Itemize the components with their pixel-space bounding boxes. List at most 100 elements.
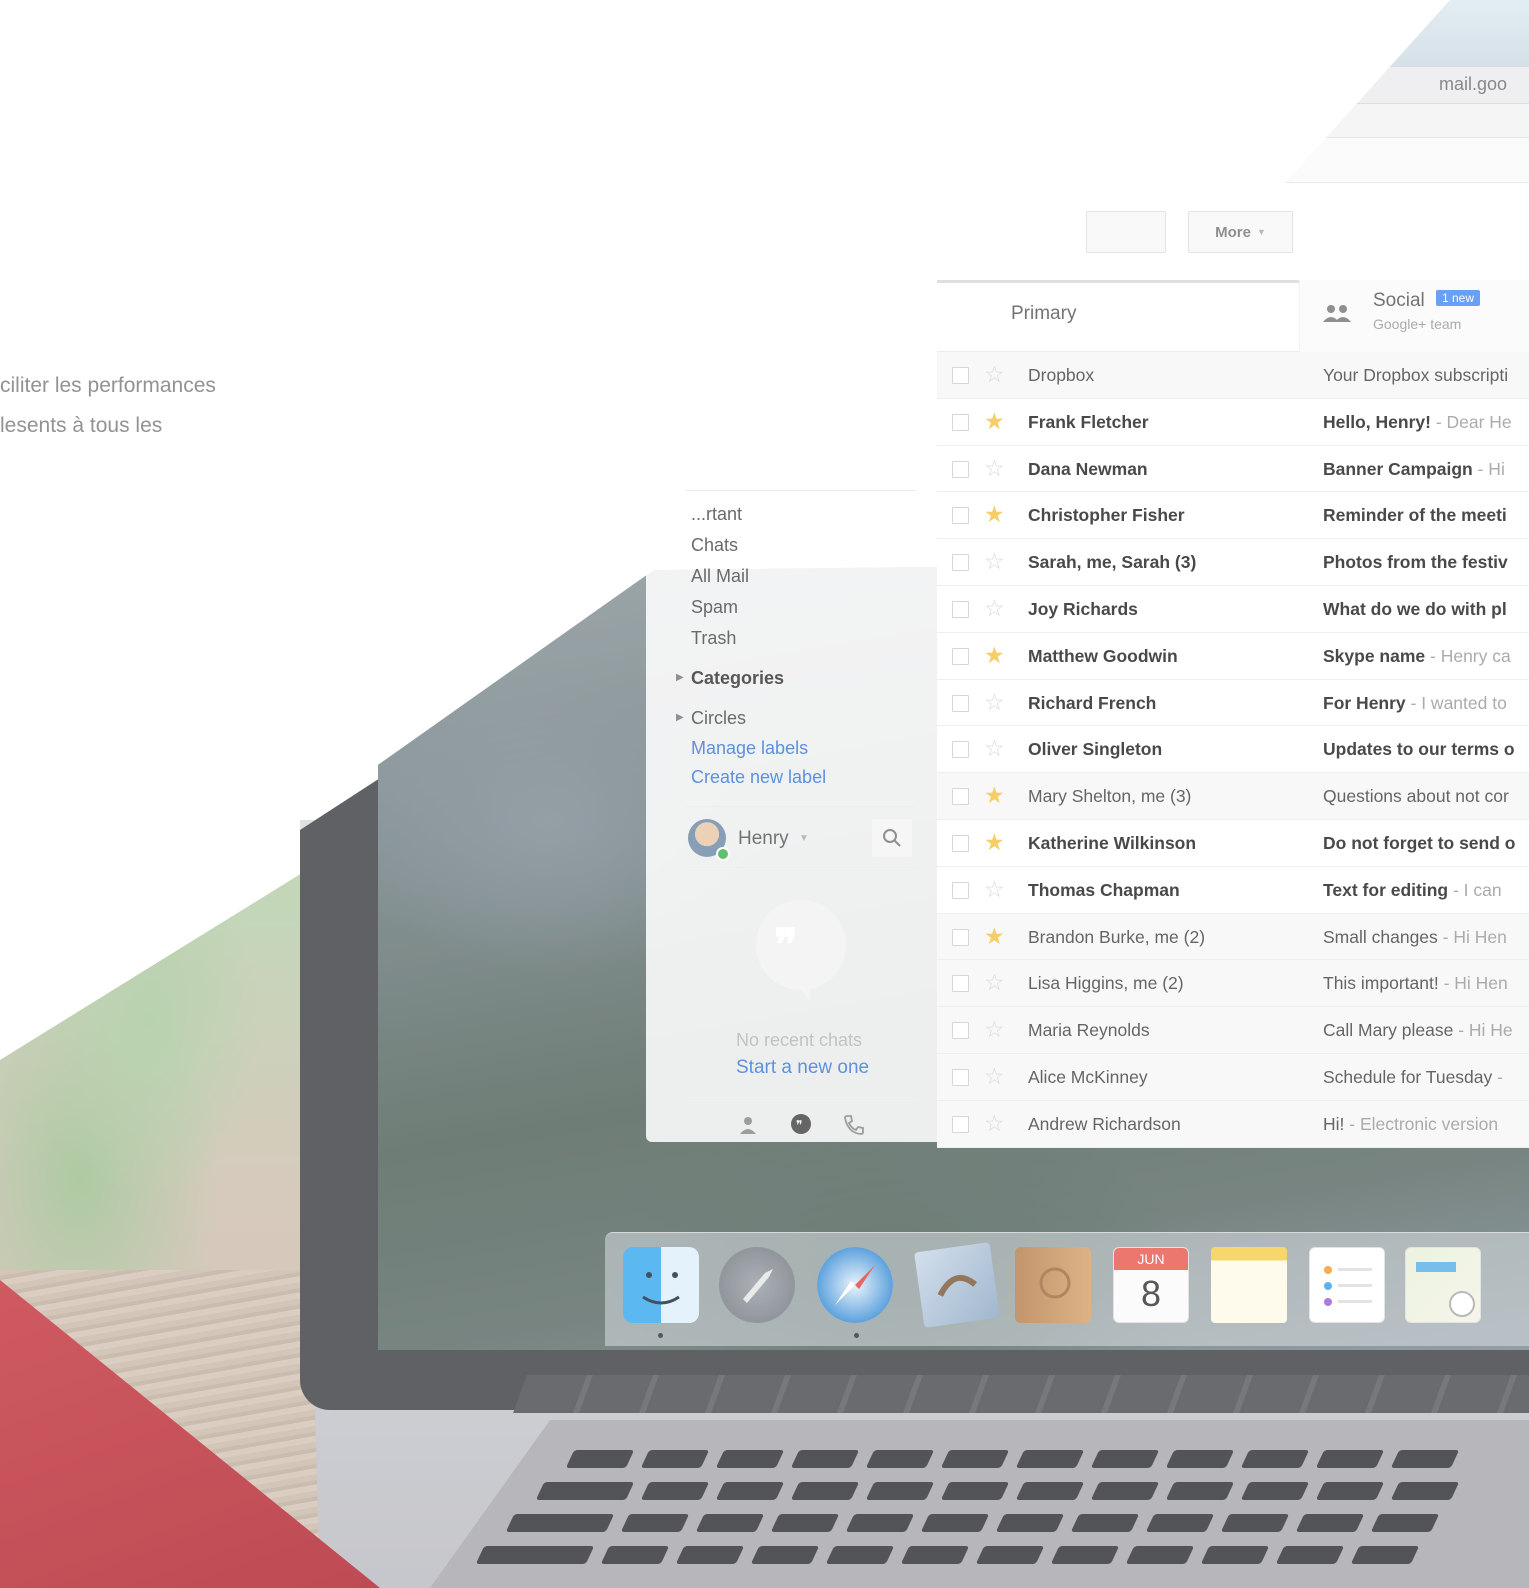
svg-text:❞: ❞ <box>796 1118 802 1132</box>
email-row[interactable]: ★ Matthew Goodwin Skype name - Henry ca <box>937 632 1529 680</box>
mail-app-icon[interactable] <box>914 1242 1000 1328</box>
email-list: ☆ Dropbox Your Dropbox subscripti ★ Frank Fl… <box>937 352 1529 1148</box>
maps-icon[interactable] <box>1405 1247 1481 1323</box>
contacts-icon[interactable] <box>1015 1247 1091 1323</box>
star-icon[interactable]: ☆ <box>984 736 1005 760</box>
email-sender: Lisa Higgins, me (2) <box>1028 973 1184 994</box>
email-subject: For Henry - I wanted to <box>1323 692 1507 713</box>
person-icon[interactable] <box>736 1113 760 1137</box>
notes-icon[interactable] <box>1211 1247 1287 1323</box>
star-icon[interactable]: ☆ <box>984 456 1005 480</box>
star-icon[interactable]: ☆ <box>984 1064 1005 1088</box>
star-icon[interactable]: ☆ <box>984 549 1005 573</box>
finder-running-dot <box>658 1333 663 1338</box>
select-checkbox[interactable] <box>952 1022 969 1040</box>
nav-item-important[interactable]: ...rtant <box>691 504 742 525</box>
email-row[interactable]: ☆ Alice McKinney Schedule for Tuesday - <box>937 1053 1529 1101</box>
select-checkbox[interactable] <box>952 1068 969 1086</box>
select-checkbox[interactable] <box>952 647 969 665</box>
star-icon[interactable]: ☆ <box>984 362 1005 386</box>
reminders-icon[interactable] <box>1309 1247 1385 1323</box>
search-icon <box>883 829 901 847</box>
email-row[interactable]: ★ Katherine Wilkinson Do not forget to sen… <box>937 819 1529 867</box>
star-icon[interactable]: ★ <box>984 924 1005 948</box>
email-row[interactable]: ★ Mary Shelton, me (3) Questions about not… <box>937 773 1529 820</box>
expand-triangle-icon[interactable]: ▶ <box>676 712 684 723</box>
calendar-icon[interactable]: JUN 8 <box>1113 1247 1189 1323</box>
email-row[interactable]: ☆ Dana Newman Banner Campaign - Hi <box>937 445 1529 493</box>
chevron-down-icon[interactable]: ▼ <box>799 833 809 844</box>
email-snippet: - Hi Hen <box>1438 973 1508 994</box>
email-row[interactable]: ☆ Dropbox Your Dropbox subscripti <box>937 352 1529 399</box>
email-row[interactable]: ☆ Lisa Higgins, me (2) This important! - H… <box>937 960 1529 1008</box>
select-checkbox[interactable] <box>952 694 969 712</box>
safari-icon[interactable] <box>817 1247 893 1323</box>
email-subject: Photos from the festiv <box>1323 552 1508 573</box>
select-checkbox[interactable] <box>952 554 969 572</box>
nav-item-categories[interactable]: Categories <box>691 668 784 689</box>
manage-labels-link[interactable]: Manage labels <box>691 738 808 759</box>
star-icon[interactable]: ☆ <box>984 596 1005 620</box>
select-checkbox[interactable] <box>952 834 969 852</box>
select-checkbox[interactable] <box>952 413 969 431</box>
star-icon[interactable]: ★ <box>984 643 1005 667</box>
star-icon[interactable]: ☆ <box>984 690 1005 714</box>
tab-primary[interactable]: Primary <box>937 280 1299 352</box>
hangouts-icon <box>756 900 846 1002</box>
laptop-hinge <box>513 1375 1529 1413</box>
nav-item-spam[interactable]: Spam <box>691 597 738 618</box>
start-new-chat-link[interactable]: Start a new one <box>736 1057 869 1079</box>
email-row[interactable]: ☆ Oliver Singleton Updates to our terms o <box>937 726 1529 774</box>
select-checkbox[interactable] <box>952 741 969 759</box>
star-icon[interactable]: ★ <box>984 409 1005 433</box>
email-row[interactable]: ☆ Richard French For Henry - I wanted to <box>937 679 1529 727</box>
nav-item-trash[interactable]: Trash <box>691 628 736 649</box>
email-row[interactable]: ★ Frank Fletcher Hello, Henry! - Dear He <box>937 398 1529 446</box>
select-checkbox[interactable] <box>952 507 969 525</box>
email-subject: Reminder of the meeti <box>1323 505 1507 526</box>
select-checkbox[interactable] <box>952 928 969 946</box>
more-button[interactable]: More ▼ <box>1188 211 1293 253</box>
nav-item-all-mail[interactable]: All Mail <box>691 566 749 587</box>
phone-icon[interactable] <box>842 1113 866 1137</box>
create-label-link[interactable]: Create new label <box>691 767 826 788</box>
select-checkbox[interactable] <box>952 460 969 478</box>
finder-icon[interactable] <box>623 1247 699 1323</box>
star-icon[interactable]: ★ <box>984 830 1005 854</box>
email-snippet: - I can <box>1448 879 1502 900</box>
email-row[interactable]: ☆ Thomas Chapman Text for editing - I can <box>937 866 1529 914</box>
hangouts-chat-icon[interactable]: ❞ <box>789 1113 813 1137</box>
select-checkbox[interactable] <box>952 600 969 618</box>
email-row[interactable]: ☆ Andrew Richardson Hi! - Electronic versi… <box>937 1100 1529 1148</box>
chat-search-button[interactable] <box>872 819 912 857</box>
chat-user-name[interactable]: Henry <box>738 828 789 850</box>
select-checkbox[interactable] <box>952 975 969 993</box>
tab-social[interactable]: Social 1 new Google+ team <box>1299 280 1529 352</box>
star-icon[interactable]: ★ <box>984 502 1005 526</box>
email-row[interactable]: ☆ Maria Reynolds Call Mary please - Hi He <box>937 1007 1529 1054</box>
more-button-label: More <box>1215 223 1251 241</box>
star-icon[interactable]: ☆ <box>984 1111 1005 1135</box>
refresh-button[interactable] <box>1086 211 1166 253</box>
star-icon[interactable]: ☆ <box>984 970 1005 994</box>
email-row[interactable]: ☆ Joy Richards What do we do with pl <box>937 585 1529 633</box>
select-checkbox[interactable] <box>952 881 969 899</box>
email-row[interactable]: ★ Brandon Burke, me (2) Small changes - Hi… <box>937 913 1529 961</box>
email-row[interactable]: ★ Christopher Fisher Reminder of the meeti <box>937 492 1529 540</box>
intro-paragraph: ciliter les performances lesents à tous … <box>0 366 270 446</box>
star-icon[interactable]: ★ <box>984 783 1005 807</box>
select-checkbox[interactable] <box>952 367 969 384</box>
star-icon[interactable]: ☆ <box>984 1017 1005 1041</box>
select-checkbox[interactable] <box>952 788 969 806</box>
email-row[interactable]: ☆ Sarah, me, Sarah (3) Photos from the fes… <box>937 539 1529 586</box>
nav-item-chats[interactable]: Chats <box>691 535 738 556</box>
expand-triangle-icon[interactable]: ▶ <box>676 672 684 683</box>
select-checkbox[interactable] <box>952 1115 969 1133</box>
chevron-down-icon: ▼ <box>1256 227 1266 237</box>
star-icon[interactable]: ☆ <box>984 877 1005 901</box>
nav-item-circles[interactable]: Circles <box>691 708 746 729</box>
nav-divider <box>686 490 916 491</box>
launchpad-icon[interactable] <box>719 1247 795 1323</box>
email-subject: This important! - Hi Hen <box>1323 973 1508 994</box>
address-bar-url: mail.goo <box>1439 74 1508 94</box>
